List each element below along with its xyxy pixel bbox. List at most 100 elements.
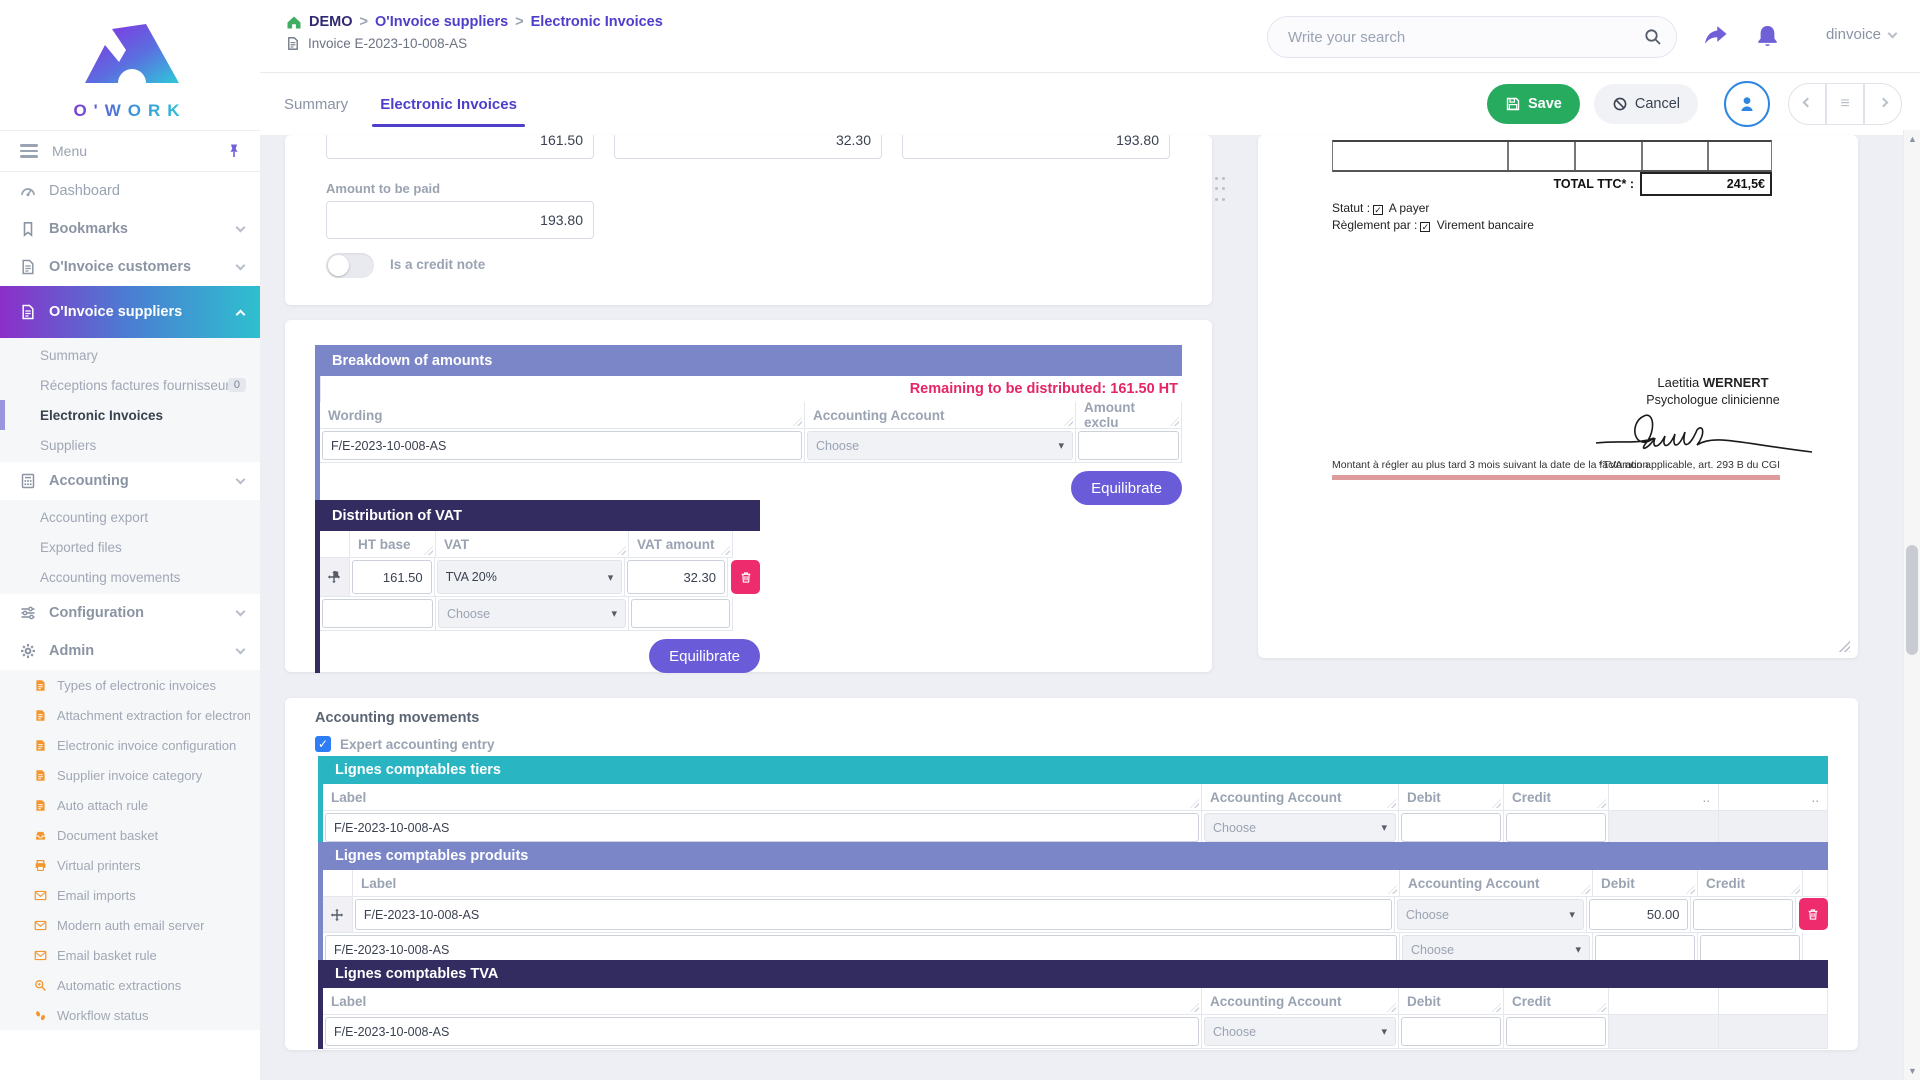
breadcrumb-electronic-invoices[interactable]: Electronic Invoices [531,14,663,30]
sidebar-item-supplier-invoice-category[interactable]: Supplier invoice category [0,760,260,790]
column-resize-handle[interactable] [721,546,730,555]
pin-icon[interactable] [226,143,242,159]
sidebar-item-workflow-status[interactable]: Workflow status [0,1000,260,1030]
sidebar-item-receptions-factures[interactable]: Réceptions factures fournisseurs 0 [0,370,260,400]
accounting-account-select[interactable]: Choose▾ [1204,1017,1396,1046]
scroll-down-arrow[interactable]: ▼ [1904,1066,1920,1076]
sidebar-item-suppliers[interactable]: Suppliers [0,430,260,460]
row-drag-handle[interactable] [323,897,353,933]
vat-amount-input[interactable] [627,560,725,594]
column-resize-handle[interactable] [424,546,433,555]
preview-resize-corner[interactable] [1838,640,1850,652]
sidebar-item-oinvoice-suppliers[interactable]: O'Invoice suppliers [0,286,260,338]
column-resize-handle[interactable] [1492,799,1501,808]
share-button[interactable] [1703,24,1729,48]
breadcrumb-home[interactable]: DEMO [309,14,353,30]
column-resize-handle[interactable] [1064,417,1073,426]
column-resize-handle[interactable] [1387,1003,1396,1012]
search-icon[interactable] [1644,28,1662,46]
sidebar-item-accounting[interactable]: Accounting [0,462,260,500]
sidebar-item-document-basket[interactable]: Document basket [0,820,260,850]
delete-produit-row-button[interactable] [1799,898,1828,930]
delete-vat-row-button[interactable] [731,560,760,594]
sidebar-item-oinvoice-customers[interactable]: O'Invoice customers [0,248,260,286]
record-list-button[interactable]: ≡ [1826,83,1864,125]
sidebar-item-accounting-export[interactable]: Accounting export [0,502,260,532]
debit-input[interactable] [1589,899,1689,930]
sidebar-item-email-imports[interactable]: Email imports [0,880,260,910]
breadcrumb-suppliers[interactable]: O'Invoice suppliers [375,14,508,30]
credit-input[interactable] [1693,899,1793,930]
panel-resize-handle[interactable] [1215,177,1225,205]
accounting-account-select[interactable]: Choose▾ [1397,899,1584,930]
column-resize-handle[interactable] [1686,885,1695,894]
credit-input[interactable] [1506,1017,1606,1046]
previous-record-button[interactable] [1788,83,1826,125]
sidebar-item-electronic-invoices[interactable]: Electronic Invoices [0,400,260,430]
credit-input[interactable] [1506,813,1606,842]
equilibrate-breakdown-button[interactable]: Equilibrate [1071,471,1182,505]
sidebar-item-summary[interactable]: Summary [0,340,260,370]
credit-note-toggle[interactable] [326,253,374,278]
equilibrate-vat-button[interactable]: Equilibrate [649,639,760,673]
sidebar-item-email-basket-rule[interactable]: Email basket rule [0,940,260,970]
sidebar-item-bookmarks[interactable]: Bookmarks [0,210,260,248]
sidebar-item-auto-attach-rule[interactable]: Auto attach rule [0,790,260,820]
profile-button[interactable] [1724,81,1770,127]
sidebar-item-exported-files[interactable]: Exported files [0,532,260,562]
amount-incl-tax-input[interactable] [902,135,1170,159]
scrollbar-thumb[interactable] [1906,545,1918,655]
sidebar-item-accounting-movements[interactable]: Accounting movements [0,562,260,592]
debit-input[interactable] [1401,813,1501,842]
sidebar-item-configuration[interactable]: Configuration [0,594,260,632]
vat-rate-select[interactable]: TVA 20%▾ [437,560,623,594]
sidebar-item-automatic-extractions[interactable]: Automatic extractions [0,970,260,1000]
scroll-up-arrow[interactable]: ▲ [1904,134,1920,144]
sidebar-item-electronic-invoice-configuration[interactable]: Electronic invoice configuration [0,730,260,760]
accounting-account-select[interactable]: Choose▾ [807,431,1073,460]
debit-input[interactable] [1401,1017,1501,1046]
cancel-button[interactable]: Cancel [1594,84,1698,124]
label-input[interactable] [355,899,1392,930]
vat-amount-input[interactable] [614,135,882,159]
notifications-button[interactable] [1755,24,1780,49]
amount-to-be-paid-input[interactable] [326,201,594,239]
label-input[interactable] [325,1017,1199,1046]
page-scrollbar[interactable]: ▲ ▼ [1903,130,1920,1080]
column-resize-handle[interactable] [1791,885,1800,894]
menu-toggle[interactable]: Menu [0,130,260,172]
amount-excl-tax-input[interactable] [326,135,594,159]
sidebar-item-admin[interactable]: Admin [0,632,260,670]
vat-rate-select[interactable]: Choose▾ [438,599,626,628]
column-resize-handle[interactable] [1597,799,1606,808]
sidebar-item-types-electronic-invoices[interactable]: Types of electronic invoices [0,670,260,700]
column-resize-handle[interactable] [1581,885,1590,894]
tab-summary[interactable]: Summary [268,73,364,135]
sidebar-item-attachment-extraction[interactable]: Attachment extraction for electron [0,700,260,730]
column-resize-handle[interactable] [1492,1003,1501,1012]
column-resize-handle[interactable] [1387,799,1396,808]
sidebar-item-dashboard[interactable]: Dashboard [0,172,260,210]
ht-base-input[interactable] [352,560,432,594]
accounting-account-select[interactable]: Choose▾ [1204,813,1396,842]
row-drag-handle[interactable] [320,558,350,597]
amount-excl-input[interactable] [1078,431,1179,460]
home-icon[interactable] [286,15,302,30]
tab-electronic-invoices[interactable]: Electronic Invoices [364,73,533,135]
next-record-button[interactable] [1864,83,1902,125]
wording-input[interactable] [322,431,802,460]
label-input[interactable] [325,813,1199,842]
sidebar-item-virtual-printers[interactable]: Virtual printers [0,850,260,880]
vat-amount-input[interactable] [631,599,730,628]
column-resize-handle[interactable] [1597,1003,1606,1012]
column-resize-handle[interactable] [1190,799,1199,808]
expert-accounting-checkbox[interactable]: ✓ [315,736,331,752]
column-resize-handle[interactable] [793,417,802,426]
column-resize-handle[interactable] [617,546,626,555]
app-logo[interactable]: O'WORK [0,0,260,130]
column-resize-handle[interactable] [1388,885,1397,894]
ht-base-input[interactable] [322,599,433,628]
sidebar-item-modern-auth-email-server[interactable]: Modern auth email server [0,910,260,940]
save-button[interactable]: Save [1487,84,1580,124]
search-input[interactable] [1288,29,1644,46]
